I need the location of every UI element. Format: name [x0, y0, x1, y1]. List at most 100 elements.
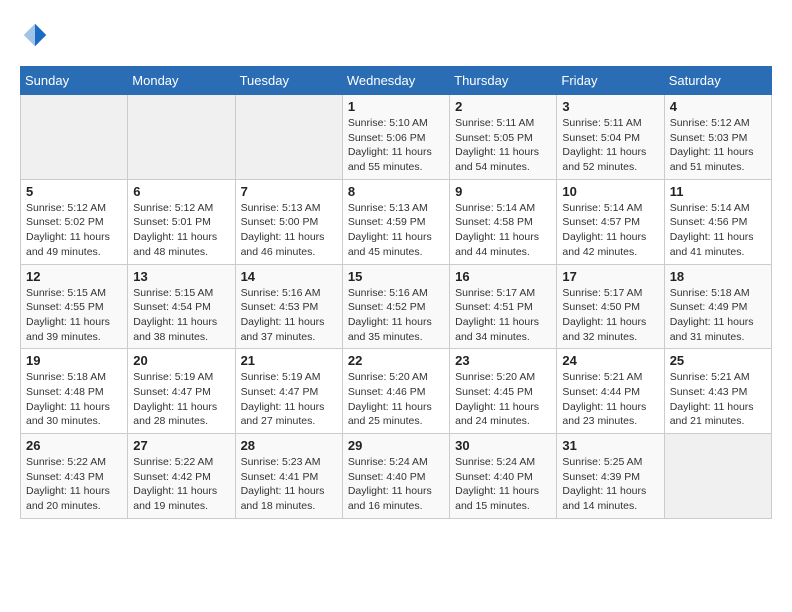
day-info: Sunrise: 5:18 AMSunset: 4:49 PMDaylight:… [670, 286, 766, 345]
day-number: 28 [241, 438, 337, 453]
day-info: Sunrise: 5:13 AMSunset: 5:00 PMDaylight:… [241, 201, 337, 260]
day-info: Sunrise: 5:12 AMSunset: 5:02 PMDaylight:… [26, 201, 122, 260]
day-number: 4 [670, 99, 766, 114]
day-info: Sunrise: 5:21 AMSunset: 4:43 PMDaylight:… [670, 370, 766, 429]
day-number: 14 [241, 269, 337, 284]
calendar-cell: 22Sunrise: 5:20 AMSunset: 4:46 PMDayligh… [342, 349, 449, 434]
calendar-week-row: 19 Sunrise: 5:18 AMSunset: 4:48 PMDayligh… [21, 349, 772, 434]
day-number: 31 [562, 438, 658, 453]
day-number: 25 [670, 353, 766, 368]
day-number: 2 [455, 99, 551, 114]
day-info: Sunrise: 5:17 AMSunset: 4:50 PMDaylight:… [562, 286, 658, 345]
calendar-cell: 2 Sunrise: 5:11 AMSunset: 5:05 PMDaylight… [450, 95, 557, 180]
calendar-cell [21, 95, 128, 180]
weekday-header-tuesday: Tuesday [235, 67, 342, 95]
calendar-cell: 6 Sunrise: 5:12 AMSunset: 5:01 PMDaylight… [128, 179, 235, 264]
day-info: Sunrise: 5:16 AMSunset: 4:52 PMDaylight:… [348, 286, 444, 345]
day-number: 6 [133, 184, 229, 199]
calendar-cell: 17 Sunrise: 5:17 AMSunset: 4:50 PMDayligh… [557, 264, 664, 349]
day-info: Sunrise: 5:11 AMSunset: 5:04 PMDaylight:… [562, 116, 658, 175]
weekday-header-row: SundayMondayTuesdayWednesdayThursdayFrid… [21, 67, 772, 95]
calendar-week-row: 5 Sunrise: 5:12 AMSunset: 5:02 PMDaylight… [21, 179, 772, 264]
calendar-week-row: 26 Sunrise: 5:22 AMSunset: 4:43 PMDayligh… [21, 434, 772, 519]
calendar-cell: 14 Sunrise: 5:16 AMSunset: 4:53 PMDayligh… [235, 264, 342, 349]
calendar-cell: 23 Sunrise: 5:20 AMSunset: 4:45 PMDayligh… [450, 349, 557, 434]
day-info: Sunrise: 5:18 AMSunset: 4:48 PMDaylight:… [26, 370, 122, 429]
calendar-cell: 15 Sunrise: 5:16 AMSunset: 4:52 PMDayligh… [342, 264, 449, 349]
day-info: Sunrise: 5:11 AMSunset: 5:05 PMDaylight:… [455, 116, 551, 175]
calendar-cell: 20 Sunrise: 5:19 AMSunset: 4:47 PMDayligh… [128, 349, 235, 434]
logo [20, 20, 54, 50]
day-info: Sunrise: 5:15 AMSunset: 4:55 PMDaylight:… [26, 286, 122, 345]
day-number: 3 [562, 99, 658, 114]
day-number: 18 [670, 269, 766, 284]
calendar-cell: 27 Sunrise: 5:22 AMSunset: 4:42 PMDayligh… [128, 434, 235, 519]
day-info: Sunrise: 5:22 AMSunset: 4:42 PMDaylight:… [133, 455, 229, 514]
day-info: Sunrise: 5:20 AMSunset: 4:45 PMDaylight:… [455, 370, 551, 429]
logo-icon [20, 20, 50, 50]
day-info: Sunrise: 5:25 AMSunset: 4:39 PMDaylight:… [562, 455, 658, 514]
calendar-cell [664, 434, 771, 519]
calendar-cell [128, 95, 235, 180]
day-info: Sunrise: 5:22 AMSunset: 4:43 PMDaylight:… [26, 455, 122, 514]
weekday-header-sunday: Sunday [21, 67, 128, 95]
calendar-week-row: 1Sunrise: 5:10 AMSunset: 5:06 PMDaylight… [21, 95, 772, 180]
calendar-cell: 28Sunrise: 5:23 AMSunset: 4:41 PMDayligh… [235, 434, 342, 519]
calendar-cell: 10 Sunrise: 5:14 AMSunset: 4:57 PMDayligh… [557, 179, 664, 264]
calendar-cell: 18 Sunrise: 5:18 AMSunset: 4:49 PMDayligh… [664, 264, 771, 349]
day-number: 23 [455, 353, 551, 368]
calendar-cell: 19 Sunrise: 5:18 AMSunset: 4:48 PMDayligh… [21, 349, 128, 434]
day-number: 10 [562, 184, 658, 199]
day-number: 26 [26, 438, 122, 453]
calendar-cell: 11 Sunrise: 5:14 AMSunset: 4:56 PMDayligh… [664, 179, 771, 264]
calendar-cell: 13 Sunrise: 5:15 AMSunset: 4:54 PMDayligh… [128, 264, 235, 349]
day-number: 24 [562, 353, 658, 368]
calendar-cell: 29Sunrise: 5:24 AMSunset: 4:40 PMDayligh… [342, 434, 449, 519]
calendar-cell: 5 Sunrise: 5:12 AMSunset: 5:02 PMDaylight… [21, 179, 128, 264]
day-number: 17 [562, 269, 658, 284]
day-info: Sunrise: 5:21 AMSunset: 4:44 PMDaylight:… [562, 370, 658, 429]
calendar-cell: 1Sunrise: 5:10 AMSunset: 5:06 PMDaylight… [342, 95, 449, 180]
day-info: Sunrise: 5:19 AMSunset: 4:47 PMDaylight:… [241, 370, 337, 429]
calendar-cell: 16 Sunrise: 5:17 AMSunset: 4:51 PMDayligh… [450, 264, 557, 349]
day-info: Sunrise: 5:14 AMSunset: 4:57 PMDaylight:… [562, 201, 658, 260]
day-number: 21 [241, 353, 337, 368]
weekday-header-saturday: Saturday [664, 67, 771, 95]
calendar-cell: 31 Sunrise: 5:25 AMSunset: 4:39 PMDayligh… [557, 434, 664, 519]
day-number: 11 [670, 184, 766, 199]
day-number: 13 [133, 269, 229, 284]
day-number: 7 [241, 184, 337, 199]
calendar-cell: 8Sunrise: 5:13 AMSunset: 4:59 PMDaylight… [342, 179, 449, 264]
day-number: 20 [133, 353, 229, 368]
calendar-cell: 3 Sunrise: 5:11 AMSunset: 5:04 PMDaylight… [557, 95, 664, 180]
weekday-header-wednesday: Wednesday [342, 67, 449, 95]
calendar-cell: 25 Sunrise: 5:21 AMSunset: 4:43 PMDayligh… [664, 349, 771, 434]
page-header [20, 20, 772, 50]
day-number: 5 [26, 184, 122, 199]
day-number: 19 [26, 353, 122, 368]
calendar-cell: 21 Sunrise: 5:19 AMSunset: 4:47 PMDayligh… [235, 349, 342, 434]
day-info: Sunrise: 5:15 AMSunset: 4:54 PMDaylight:… [133, 286, 229, 345]
day-number: 16 [455, 269, 551, 284]
day-info: Sunrise: 5:14 AMSunset: 4:58 PMDaylight:… [455, 201, 551, 260]
day-info: Sunrise: 5:12 AMSunset: 5:03 PMDaylight:… [670, 116, 766, 175]
calendar-week-row: 12Sunrise: 5:15 AMSunset: 4:55 PMDayligh… [21, 264, 772, 349]
day-info: Sunrise: 5:17 AMSunset: 4:51 PMDaylight:… [455, 286, 551, 345]
day-number: 22 [348, 353, 444, 368]
day-info: Sunrise: 5:12 AMSunset: 5:01 PMDaylight:… [133, 201, 229, 260]
calendar-cell: 7 Sunrise: 5:13 AMSunset: 5:00 PMDaylight… [235, 179, 342, 264]
calendar-cell [235, 95, 342, 180]
day-info: Sunrise: 5:19 AMSunset: 4:47 PMDaylight:… [133, 370, 229, 429]
day-number: 9 [455, 184, 551, 199]
calendar-cell: 12Sunrise: 5:15 AMSunset: 4:55 PMDayligh… [21, 264, 128, 349]
calendar-cell: 9 Sunrise: 5:14 AMSunset: 4:58 PMDaylight… [450, 179, 557, 264]
day-info: Sunrise: 5:16 AMSunset: 4:53 PMDaylight:… [241, 286, 337, 345]
day-number: 1 [348, 99, 444, 114]
day-info: Sunrise: 5:14 AMSunset: 4:56 PMDaylight:… [670, 201, 766, 260]
calendar-cell: 30Sunrise: 5:24 AMSunset: 4:40 PMDayligh… [450, 434, 557, 519]
day-number: 29 [348, 438, 444, 453]
day-number: 15 [348, 269, 444, 284]
day-number: 8 [348, 184, 444, 199]
weekday-header-thursday: Thursday [450, 67, 557, 95]
day-number: 27 [133, 438, 229, 453]
